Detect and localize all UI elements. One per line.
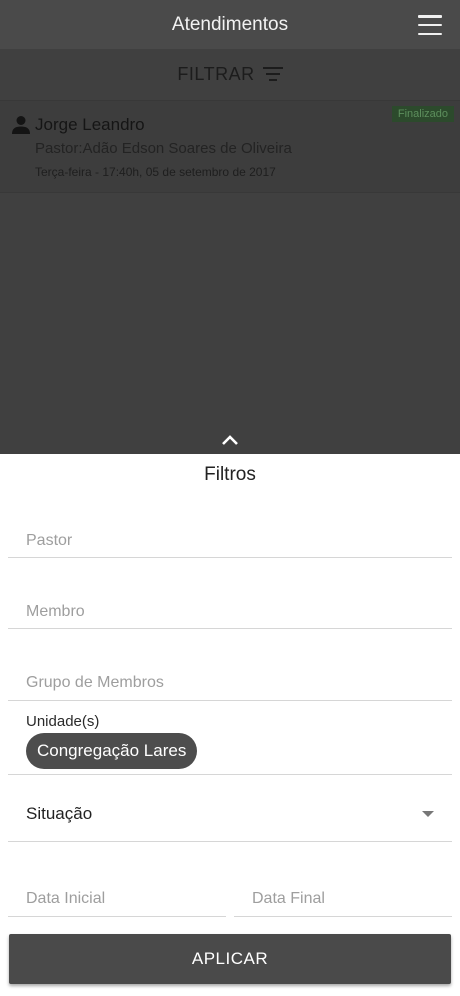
status-badge: Finalizado — [391, 106, 454, 122]
sheet-title: Filtros — [204, 464, 256, 485]
grupo-membros-placeholder: Grupo de Membros — [26, 674, 164, 691]
filter-toggle-button[interactable]: FILTRAR — [0, 49, 460, 99]
page-title: Atendimentos — [171, 13, 289, 35]
filter-label: FILTRAR — [177, 63, 255, 84]
situacao-label: Situação — [26, 804, 93, 823]
data-inicial-field[interactable]: Data Inicial — [8, 883, 226, 917]
pastor-field[interactable]: Pastor — [8, 526, 452, 558]
appointment-date: Terça-feira - 17:40h, 05 de setembro de … — [35, 165, 276, 179]
dropdown-arrow-icon — [422, 811, 434, 817]
hamburger-menu-icon[interactable] — [418, 15, 442, 35]
pastor-placeholder: Pastor — [26, 532, 73, 549]
filter-list-icon — [262, 67, 283, 81]
data-inicial-placeholder: Data Inicial — [26, 890, 106, 907]
grupo-membros-field[interactable]: Grupo de Membros — [8, 668, 452, 701]
unidade-label: Unidade(s) — [26, 713, 100, 730]
membro-placeholder: Membro — [26, 603, 85, 620]
membro-field[interactable]: Membro — [8, 597, 452, 629]
person-icon — [12, 116, 30, 134]
appointment-card[interactable]: Jorge Leandro Pastor:Adão Edson Soares d… — [0, 100, 460, 193]
data-final-field[interactable]: Data Final — [234, 883, 452, 917]
situacao-select[interactable]: Situação — [8, 792, 452, 842]
member-name: Jorge Leandro — [35, 115, 145, 134]
appointments-list-overlay: FILTRAR Jorge Leandro Pastor:Adão Edson … — [0, 49, 460, 454]
unidade-field[interactable]: Unidade(s) Congregação Lares — [8, 711, 452, 775]
apply-button[interactable]: APLICAR — [9, 934, 451, 984]
filters-sheet: Filtros Pastor Membro Grupo de Membros U… — [0, 454, 460, 996]
unidade-chip[interactable]: Congregação Lares — [26, 733, 198, 769]
data-final-placeholder: Data Final — [252, 890, 325, 907]
chevron-up-icon[interactable] — [221, 434, 239, 446]
app-header: Atendimentos — [0, 0, 460, 49]
pastor-name: Pastor:Adão Edson Soares de Oliveira — [35, 140, 292, 157]
